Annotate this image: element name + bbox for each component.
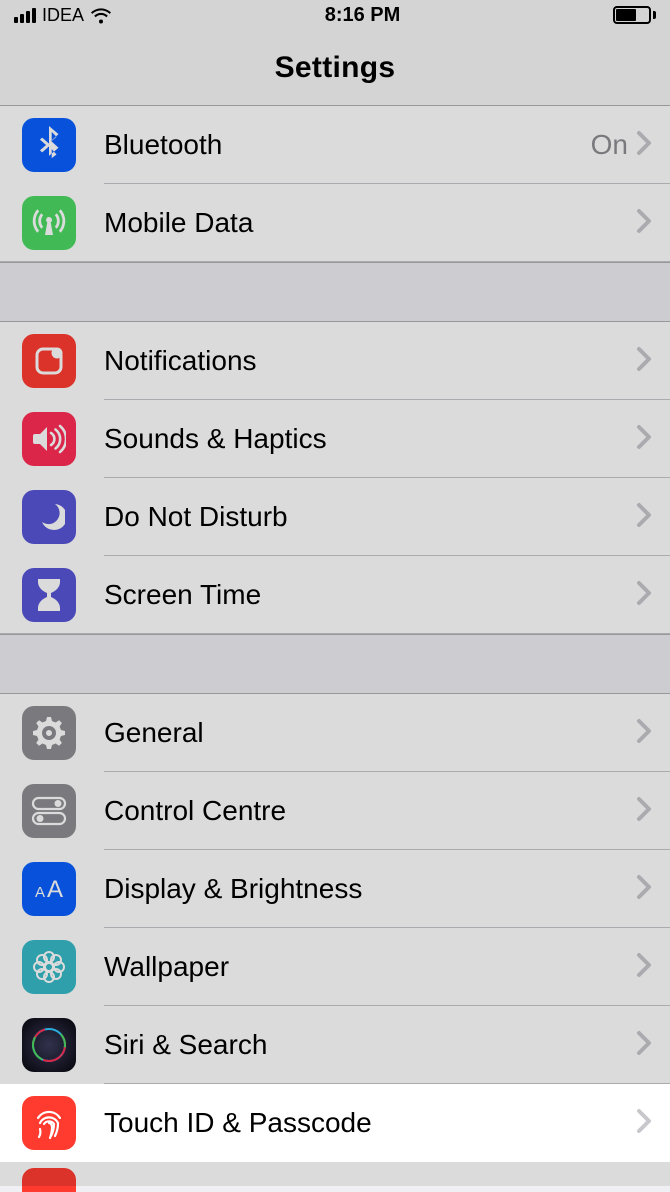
svg-text:A: A	[47, 876, 63, 903]
row-peek	[0, 1162, 670, 1186]
chevron-right-icon	[636, 1108, 652, 1139]
bluetooth-icon	[22, 118, 76, 172]
gear-icon	[22, 706, 76, 760]
battery-icon	[613, 6, 656, 24]
row-label: Touch ID & Passcode	[104, 1107, 636, 1139]
row-wallpaper[interactable]: Wallpaper	[0, 928, 670, 1006]
row-label: Control Centre	[104, 795, 636, 827]
moon-icon	[22, 490, 76, 544]
cellular-signal-icon	[14, 8, 36, 23]
chevron-right-icon	[636, 424, 652, 455]
row-bluetooth[interactable]: BluetoothOn	[0, 106, 670, 184]
row-label: Sounds & Haptics	[104, 423, 636, 455]
fingerprint-icon	[22, 1096, 76, 1150]
row-display[interactable]: AA Display & Brightness	[0, 850, 670, 928]
chevron-right-icon	[636, 130, 652, 161]
chevron-right-icon	[636, 796, 652, 827]
row-label: Notifications	[104, 345, 636, 377]
chevron-right-icon	[636, 1030, 652, 1061]
row-sounds[interactable]: Sounds & Haptics	[0, 400, 670, 478]
row-value: On	[591, 129, 628, 161]
chevron-right-icon	[636, 346, 652, 377]
row-controlcentre[interactable]: Control Centre	[0, 772, 670, 850]
speaker-icon	[22, 412, 76, 466]
row-screen-time[interactable]: Screen Time	[0, 556, 670, 634]
row-siri[interactable]: Siri & Search	[0, 1006, 670, 1084]
flower-icon	[22, 940, 76, 994]
row-notifications[interactable]: Notifications	[0, 322, 670, 400]
carrier-label: IDEA	[42, 5, 84, 26]
chevron-right-icon	[636, 874, 652, 905]
clock: 8:16 PM	[325, 4, 401, 27]
hourglass-icon	[22, 568, 76, 622]
chevron-right-icon	[636, 580, 652, 611]
wifi-icon	[90, 7, 112, 24]
row-label: Screen Time	[104, 579, 636, 611]
row-mobile-data[interactable]: Mobile Data	[0, 184, 670, 262]
status-bar: IDEA 8:16 PM	[0, 0, 670, 30]
notifications-icon	[22, 334, 76, 388]
row-label: Wallpaper	[104, 951, 636, 983]
row-label: Do Not Disturb	[104, 501, 636, 533]
aa-icon: AA	[22, 862, 76, 916]
chevron-right-icon	[636, 208, 652, 239]
row-label: General	[104, 717, 636, 749]
chevron-right-icon	[636, 502, 652, 533]
antenna-icon	[22, 196, 76, 250]
toggles-icon	[22, 784, 76, 838]
page-title: Settings	[0, 30, 670, 106]
row-label: Mobile Data	[104, 207, 636, 239]
row-label: Bluetooth	[104, 129, 591, 161]
row-general[interactable]: General	[0, 694, 670, 772]
chevron-right-icon	[636, 952, 652, 983]
siri-icon	[22, 1018, 76, 1072]
row-touchid[interactable]: Touch ID & Passcode	[0, 1084, 670, 1162]
row-label: Siri & Search	[104, 1029, 636, 1061]
row-label: Display & Brightness	[104, 873, 636, 905]
row-dnd[interactable]: Do Not Disturb	[0, 478, 670, 556]
chevron-right-icon	[636, 718, 652, 749]
svg-text:A: A	[35, 884, 45, 901]
